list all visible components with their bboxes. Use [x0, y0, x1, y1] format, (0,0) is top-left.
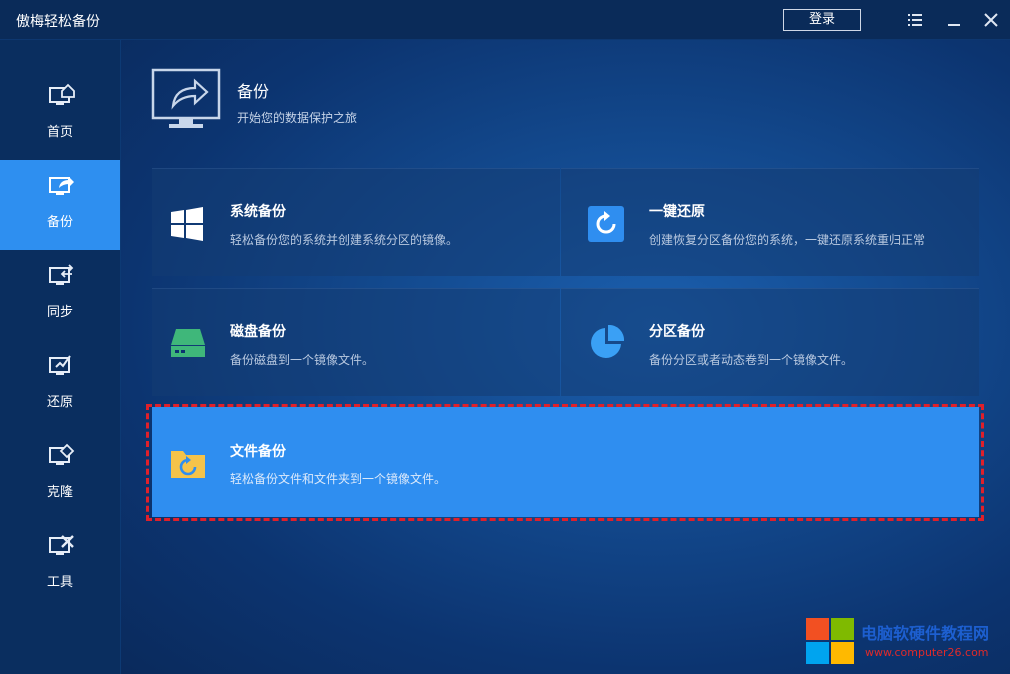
backup-monitor-icon	[49, 177, 74, 195]
sync-monitor-icon	[49, 264, 74, 285]
sidebar-item-restore[interactable]: 还原	[0, 340, 120, 430]
sidebar-item-label: 同步	[46, 305, 73, 320]
card-title: 分区备份	[649, 324, 705, 340]
sidebar-item-clone[interactable]: 克隆	[0, 430, 120, 520]
title-bar: 傲梅轻松备份 登录	[0, 0, 1010, 40]
sidebar-item-sync[interactable]: 同步	[0, 250, 120, 340]
main-panel: 备份 开始您的数据保护之旅 系统备份 轻松备份您的系统并创建系统分区的镜像。 一…	[121, 40, 1010, 674]
tools-monitor-icon	[49, 535, 74, 555]
watermark-url: www.computer26.com	[865, 646, 989, 659]
windows-icon	[171, 207, 203, 241]
disk-backup-card[interactable]: 磁盘备份 备份磁盘到一个镜像文件。	[152, 288, 560, 396]
highlight-dashed-frame	[146, 404, 984, 521]
menu-icon[interactable]	[905, 10, 925, 30]
card-description: 轻松备份您的系统并创建系统分区的镜像。	[230, 233, 459, 247]
card-title: 一键还原	[649, 204, 705, 220]
card-description: 备份分区或者动态卷到一个镜像文件。	[649, 353, 854, 367]
app-title: 傲梅轻松备份	[16, 14, 100, 30]
page-subtitle: 开始您的数据保护之旅	[237, 111, 358, 125]
sidebar-item-label: 还原	[46, 395, 73, 410]
restore-circle-icon	[588, 206, 624, 242]
sidebar-item-label: 工具	[46, 575, 73, 590]
card-description: 备份磁盘到一个镜像文件。	[230, 353, 375, 367]
partition-backup-card[interactable]: 分区备份 备份分区或者动态卷到一个镜像文件。	[561, 288, 979, 396]
sidebar-item-backup[interactable]: 备份	[0, 160, 120, 250]
sidebar-item-tools[interactable]: 工具	[0, 520, 120, 610]
sidebar-item-label: 克隆	[46, 485, 73, 500]
system-backup-card[interactable]: 系统备份 轻松备份您的系统并创建系统分区的镜像。	[152, 168, 560, 276]
one-click-restore-card[interactable]: 一键还原 创建恢复分区备份您的系统，一键还原系统重归正常	[561, 168, 979, 276]
home-monitor-icon	[49, 83, 75, 105]
minimize-icon[interactable]	[944, 10, 964, 30]
sidebar: 首页 备份 同步 还原 克隆 工具	[0, 40, 121, 674]
windows-logo-icon	[806, 618, 854, 664]
pie-icon	[591, 325, 624, 358]
watermark: 电脑软硬件教程网 www.computer26.com	[805, 616, 1005, 670]
card-title: 系统备份	[230, 204, 286, 220]
clone-monitor-icon	[49, 443, 75, 465]
sidebar-item-label: 备份	[46, 215, 73, 230]
page-title: 备份	[237, 82, 270, 101]
card-title: 磁盘备份	[230, 324, 286, 340]
disk-icon	[171, 329, 205, 357]
sidebar-item-home[interactable]: 首页	[0, 70, 120, 160]
login-button[interactable]: 登录	[783, 9, 861, 31]
sidebar-item-label: 首页	[46, 125, 73, 140]
restore-monitor-icon	[49, 355, 71, 375]
close-icon[interactable]	[981, 10, 1001, 30]
backup-monitor-large-icon	[151, 68, 221, 128]
card-description: 创建恢复分区备份您的系统，一键还原系统重归正常	[649, 233, 926, 247]
watermark-text: 电脑软硬件教程网	[861, 624, 990, 643]
